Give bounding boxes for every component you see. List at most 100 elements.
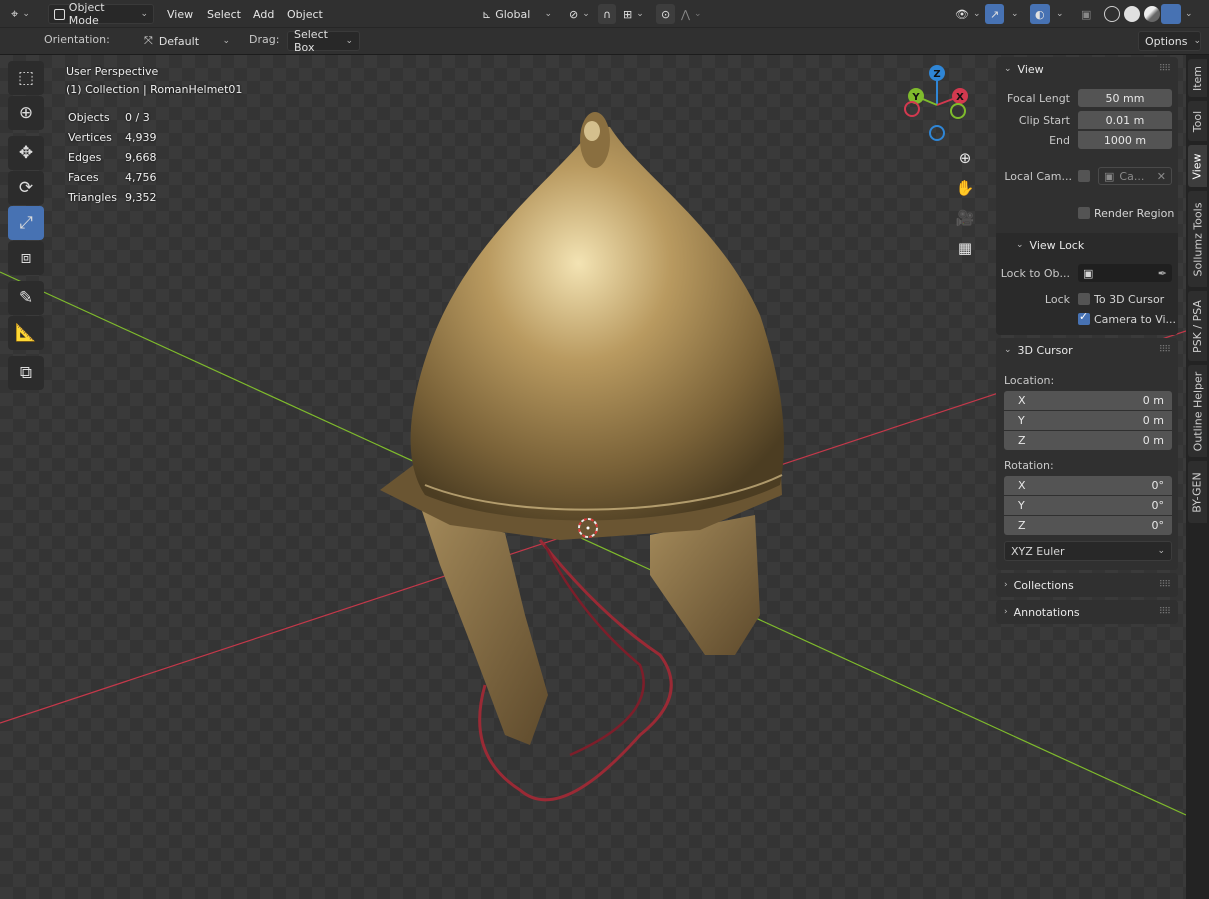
overlays-toggle[interactable]: ◐ — [1030, 4, 1050, 24]
stat-row: Objects 0 / 3 — [68, 109, 157, 127]
view-name: User Perspective — [66, 65, 159, 78]
scene-statistics: Objects 0 / 3 Vertices 4,939 Edges 9,668 Fa… — [66, 107, 159, 209]
annotations-header[interactable]: › Annotations ⠿⠿ — [996, 600, 1178, 624]
menu-select[interactable]: Select — [207, 4, 241, 24]
location-z-field[interactable]: Z 0 m — [1004, 431, 1172, 450]
rotation-mode-value: XYZ Euler — [1011, 544, 1065, 558]
material-shading-button[interactable] — [1144, 6, 1160, 22]
snap-toggle[interactable]: ∩ — [598, 4, 617, 24]
pivot-point-button[interactable]: ⊘ ⌄ — [564, 4, 595, 24]
stat-row: Edges 9,668 — [68, 149, 157, 167]
camera-view-button[interactable]: 🎥 — [952, 205, 978, 231]
chevron-down-icon: ⌄ — [140, 9, 148, 19]
drag-dropdown[interactable]: Select Box ⌄ — [287, 28, 360, 54]
view-lock-header[interactable]: ⌄ View Lock — [996, 233, 1178, 257]
tab-view[interactable]: View — [1188, 145, 1207, 187]
visibility-button[interactable]: 👁 ⌄ — [950, 4, 986, 24]
measure-ruler-icon: 📐 — [15, 323, 37, 343]
transform-icon: ⧈ — [20, 248, 32, 268]
clip-start-field[interactable]: 0.01 m — [1078, 111, 1172, 129]
eyedropper-icon[interactable]: ✒ — [1158, 267, 1167, 280]
local-camera-field[interactable]: ▣ Ca... ✕ — [1098, 167, 1172, 185]
axis-value: 0 m — [1142, 434, 1164, 447]
tab-sollumz-tools[interactable]: Sollumz Tools — [1188, 191, 1207, 287]
cursor-tool[interactable]: ⊕ — [8, 96, 44, 130]
menu-add[interactable]: Add — [253, 4, 274, 24]
view-panel-header[interactable]: ⌄ View ⠿⠿ — [996, 57, 1178, 81]
view-info: User Perspective (1) Collection | RomanH… — [66, 63, 242, 99]
drag-grip-icon[interactable]: ⠿⠿ — [1159, 345, 1171, 355]
3d-cursor-header[interactable]: ⌄ 3D Cursor ⠿⠿ — [996, 338, 1178, 362]
perspective-toggle[interactable]: ▦ — [952, 235, 978, 261]
rotation-x-field[interactable]: X 0° — [1004, 476, 1172, 495]
view-lock-subpanel: ⌄ View Lock Lock to Ob... ▣ ✒ Lock To 3D… — [996, 233, 1178, 335]
rotation-z-field[interactable]: Z 0° — [1004, 516, 1172, 535]
shading-dropdown[interactable]: ⌄ — [1180, 4, 1198, 24]
viewport-header: ⌖ ⌄ Object Mode ⌄ View Select Add Object … — [0, 0, 1209, 28]
menu-view[interactable]: View — [167, 4, 193, 24]
xray-toggle[interactable]: ▣ — [1076, 4, 1096, 24]
rotation-y-field[interactable]: Y 0° — [1004, 496, 1172, 515]
drag-grip-icon[interactable]: ⠿⠿ — [1159, 607, 1171, 617]
tab-psk-psa[interactable]: PSK / PSA — [1188, 291, 1207, 361]
move-tool[interactable]: ✥ — [8, 136, 44, 170]
tab-item[interactable]: Item — [1188, 59, 1207, 97]
proportional-editing-toggle[interactable]: ⊙ — [656, 4, 676, 24]
drag-grip-icon[interactable]: ⠿⠿ — [1159, 580, 1171, 590]
select-box-tool[interactable]: ⬚ — [8, 61, 44, 95]
rendered-shading-button[interactable] — [1161, 4, 1181, 24]
axis-label: X — [1018, 479, 1026, 492]
gizmo-toggle[interactable]: ↗ — [985, 4, 1005, 24]
n-panel: ⌄ View ⠿⠿ Focal Lengt 50 mm Clip Start 0… — [994, 55, 1186, 899]
axis-label: Z — [1018, 519, 1026, 532]
orientation-dropdown[interactable]: ⤧ Default ⌄ — [138, 31, 236, 51]
render-region-checkbox[interactable] — [1078, 207, 1090, 219]
falloff-button[interactable]: ⋀ ⌄ — [676, 4, 707, 24]
collections-header[interactable]: › Collections ⠿⠿ — [996, 573, 1178, 597]
tab-by-gen[interactable]: BY-GEN — [1188, 461, 1207, 523]
rotate-tool[interactable]: ⟳ — [8, 171, 44, 205]
gizmo-neg-x — [904, 101, 920, 117]
gizmo-dropdown[interactable]: ⌄ — [1006, 4, 1024, 24]
lock-to-object-field[interactable]: ▣ ✒ — [1078, 264, 1172, 282]
local-camera-checkbox[interactable] — [1078, 170, 1090, 182]
collections-panel[interactable]: › Collections ⠿⠿ — [996, 573, 1178, 597]
focal-length-field[interactable]: 50 mm — [1078, 89, 1172, 107]
camera-to-view-checkbox[interactable] — [1078, 310, 1090, 325]
pan-button[interactable]: ✋ — [952, 175, 978, 201]
wireframe-shading-button[interactable] — [1104, 6, 1120, 22]
zoom-button[interactable]: ⊕ — [952, 145, 978, 171]
transform-tool[interactable]: ⧈ — [8, 241, 44, 275]
editor-type-button[interactable]: ⌖ ⌄ — [6, 4, 35, 24]
scale-tool[interactable]: ⤢ — [8, 206, 44, 240]
clear-x-icon[interactable]: ✕ — [1157, 170, 1166, 183]
tab-label: Tool — [1191, 110, 1204, 132]
tool-shelf: ⬚ ⊕ ✥ ⟳ ⤢ ⧈ ✎ 📐 ⧉ — [8, 61, 46, 391]
overlays-dropdown[interactable]: ⌄ — [1051, 4, 1069, 24]
menu-object[interactable]: Object — [287, 4, 323, 24]
snap-target-button[interactable]: ⊞ ⌄ — [618, 4, 649, 24]
location-x-field[interactable]: X 0 m — [1004, 391, 1172, 410]
annotations-panel[interactable]: › Annotations ⠿⠿ — [996, 600, 1178, 624]
solid-shading-button[interactable] — [1124, 6, 1140, 22]
select-cursor-icon: ⬚ — [17, 68, 35, 88]
clip-end-field[interactable]: 1000 m — [1078, 131, 1172, 149]
drag-value: Select Box — [294, 28, 328, 54]
transform-orientation-dropdown[interactable]: ⊾ Global ⌄ — [477, 4, 557, 24]
rotation-mode-dropdown[interactable]: XYZ Euler ⌄ — [1004, 541, 1172, 561]
mode-dropdown[interactable]: Object Mode ⌄ — [48, 1, 154, 27]
annotate-tool[interactable]: ✎ — [8, 281, 44, 315]
clip-end-row: End 1000 m — [996, 130, 1178, 150]
tab-tool[interactable]: Tool — [1188, 101, 1207, 141]
hand-icon: ✋ — [955, 179, 975, 197]
location-y-field[interactable]: Y 0 m — [1004, 411, 1172, 430]
helmet-dome — [410, 125, 784, 521]
tab-outline-helper[interactable]: Outline Helper — [1188, 365, 1207, 457]
navigation-gizmo[interactable]: Z X Y — [898, 63, 978, 145]
drag-grip-icon[interactable]: ⠿⠿ — [1159, 64, 1171, 74]
options-dropdown[interactable]: Options ⌄ — [1138, 31, 1201, 51]
add-cube-tool[interactable]: ⧉ — [8, 356, 44, 390]
render-region-row: Render Region — [996, 203, 1178, 223]
measure-tool[interactable]: 📐 — [8, 316, 44, 350]
to-3d-cursor-checkbox[interactable] — [1078, 293, 1090, 305]
